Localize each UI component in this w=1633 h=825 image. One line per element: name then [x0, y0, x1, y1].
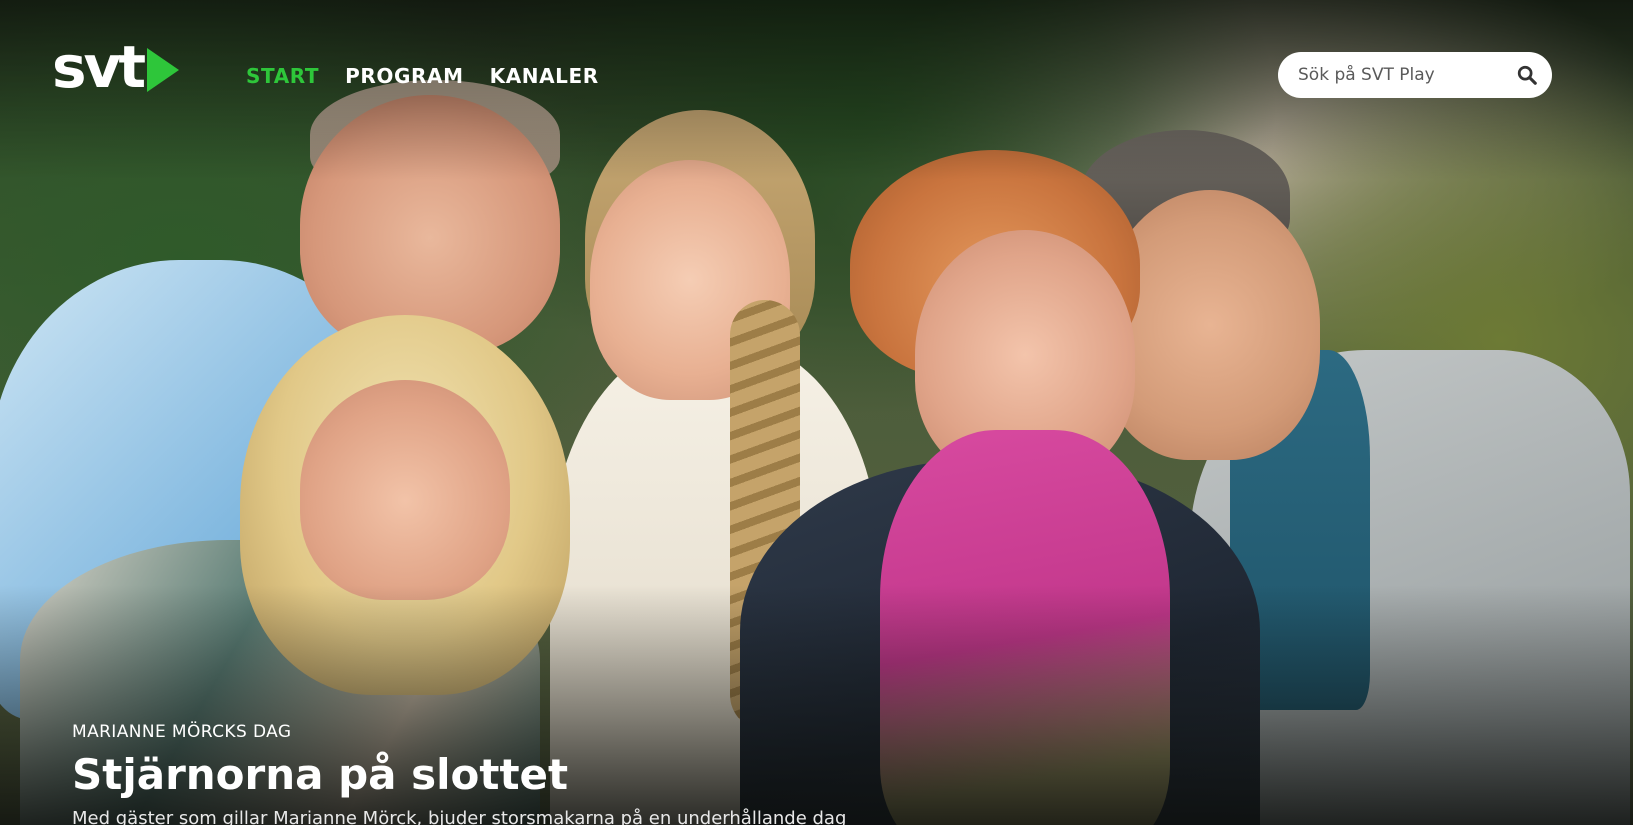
play-triangle-icon: [147, 48, 180, 92]
svt-logo-text: svt: [52, 33, 146, 101]
search-icon: [1517, 65, 1537, 85]
person-2-head: [300, 380, 510, 600]
nav-item-program[interactable]: PROGRAM: [345, 64, 463, 88]
hero-title[interactable]: Stjärnorna på slottet: [72, 751, 846, 798]
svt-play-start-page: svt START PROGRAM KANALER MARIANNE MÖRCK…: [0, 0, 1633, 825]
nav-item-kanaler[interactable]: KANALER: [490, 64, 599, 88]
hero-kicker: MARIANNE MÖRCKS DAG: [72, 722, 292, 742]
nav-item-start[interactable]: START: [246, 64, 319, 88]
search-input[interactable]: [1296, 64, 1514, 86]
svt-logo-link[interactable]: svt: [52, 33, 180, 101]
hero-info: MARIANNE MÖRCKS DAG Stjärnorna på slotte…: [72, 722, 846, 825]
search-box: [1278, 52, 1552, 98]
hero-description: Med gäster som gillar Marianne Mörck, bj…: [72, 808, 847, 825]
search-button[interactable]: [1514, 62, 1540, 88]
main-nav: START PROGRAM KANALER: [246, 64, 599, 88]
